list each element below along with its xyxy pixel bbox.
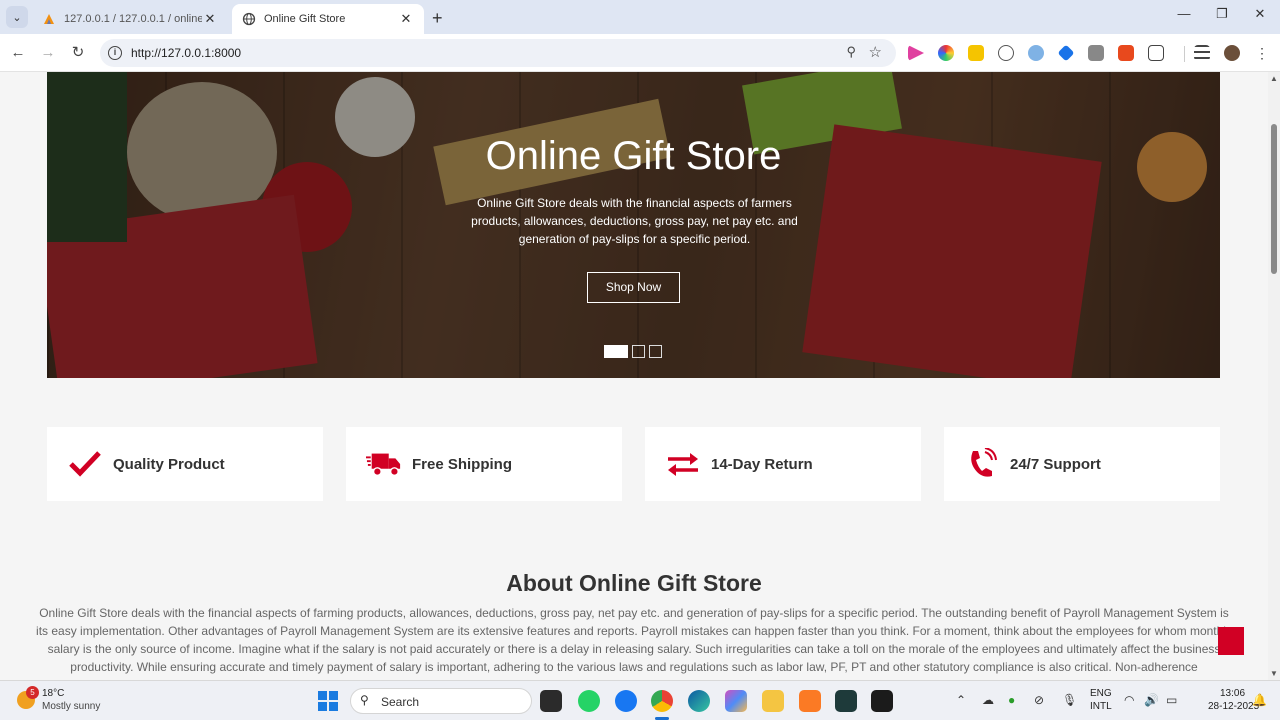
scrollbar-thumb[interactable] (1271, 124, 1277, 274)
task-view-icon[interactable] (540, 690, 562, 712)
menu-kebab-icon[interactable]: ⋮ (1254, 45, 1270, 61)
hero-title: Online Gift Store (485, 134, 782, 178)
carousel-dot-1[interactable] (604, 345, 628, 358)
language-indicator[interactable]: ENG (1090, 688, 1112, 699)
bookmark-star-icon[interactable]: ☆ (869, 43, 882, 61)
close-window-button[interactable]: ✕ (1250, 6, 1270, 22)
hero-carousel: Online Gift Store Online Gift Store deal… (47, 72, 1220, 378)
phpmyadmin-favicon-icon (44, 14, 54, 24)
exchange-icon (665, 446, 701, 482)
new-tab-button[interactable]: + (432, 8, 443, 29)
volume-icon[interactable]: 🔊 (1144, 693, 1159, 707)
feature-free-shipping: Free Shipping (346, 427, 622, 501)
onedrive-icon[interactable]: ☁ (982, 693, 994, 707)
zoom-icon[interactable]: ⚲ (846, 44, 856, 60)
site-info-icon[interactable]: i (108, 46, 122, 60)
carousel-dot-3[interactable] (649, 345, 662, 358)
minimize-button[interactable]: — (1174, 6, 1194, 21)
address-bar[interactable]: i http://127.0.0.1:8000 ⚲ ☆ (100, 39, 896, 67)
extension-color-icon[interactable] (938, 45, 954, 61)
features-row: Quality Product Free Shipping 14-Day Ret… (47, 427, 1220, 501)
browser-tab-bar: ⌄ 127.0.0.1 / 127.0.0.1 / online_gi ✕ On… (0, 0, 1280, 34)
address-url[interactable]: http://127.0.0.1:8000 (131, 46, 241, 60)
browser-toolbar: ← → ↻ i http://127.0.0.1:8000 ⚲ ☆ ⋮ (0, 34, 1280, 72)
extension-pen-icon[interactable] (1057, 44, 1075, 62)
meet-mute-icon[interactable]: ⊘ (1034, 693, 1044, 707)
feature-14-day-return: 14-Day Return (645, 427, 921, 501)
search-icon: ⚲ (360, 693, 369, 707)
feature-label: 14-Day Return (711, 455, 813, 473)
page-viewport: Online Gift Store Online Gift Store deal… (0, 72, 1268, 680)
toolbar-divider (1184, 46, 1185, 62)
feature-label: Free Shipping (412, 455, 513, 473)
extension-yellow-icon[interactable] (968, 45, 984, 61)
close-tab-icon[interactable]: ✕ (202, 11, 218, 27)
tab-title: 127.0.0.1 / 127.0.0.1 / online_gi (64, 13, 202, 25)
extension-camera-icon[interactable] (1088, 45, 1104, 61)
carousel-indicators (604, 345, 662, 358)
carousel-dot-2[interactable] (632, 345, 645, 358)
extension-blue-icon[interactable] (1028, 45, 1044, 61)
weather-badge: 5 (26, 686, 39, 699)
back-button[interactable]: ← (8, 43, 28, 63)
shop-now-button[interactable]: Shop Now (587, 272, 680, 303)
about-text: Online Gift Store deals with the financi… (36, 606, 1232, 674)
feature-quality-product: Quality Product (47, 427, 323, 501)
copilot-icon[interactable] (725, 690, 747, 712)
taskbar-search[interactable]: ⚲ Search (350, 688, 532, 714)
facebook-icon[interactable] (615, 690, 637, 712)
microphone-icon[interactable]: 🎙 (1062, 693, 1077, 707)
notification-bell-icon[interactable]: 🔔 (1252, 693, 1267, 707)
windows-taskbar: 5 18°C Mostly sunny ⚲ Search ⌃ ☁ ● ⊘ 🎙 E… (0, 680, 1280, 720)
forward-button[interactable]: → (38, 43, 58, 63)
about-title: About Online Gift Store (506, 570, 762, 596)
feature-24-7-support: 24/7 Support (944, 427, 1220, 501)
tray-overflow-chevron-icon[interactable]: ⌃ (956, 693, 966, 707)
whatsapp-icon[interactable] (578, 690, 600, 712)
tab-online-gift-store[interactable]: Online Gift Store ✕ (232, 4, 424, 34)
close-tab-icon[interactable]: ✕ (398, 11, 414, 27)
pycharm-icon[interactable] (835, 690, 857, 712)
page-scrollbar[interactable]: ▲ ▼ (1268, 72, 1280, 680)
keyboard-layout-indicator[interactable]: INTL (1090, 701, 1112, 712)
maximize-button[interactable]: ❐ (1212, 6, 1232, 22)
chrome-icon[interactable] (651, 690, 673, 712)
taskbar-search-label: Search (381, 695, 420, 709)
scroll-up-arrow-icon[interactable]: ▲ (1270, 74, 1278, 83)
tray-green-icon[interactable]: ● (1008, 693, 1015, 707)
check-icon (67, 446, 103, 482)
weather-temperature[interactable]: 18°C (42, 688, 64, 699)
file-explorer-icon[interactable] (762, 690, 784, 712)
xampp-icon[interactable] (799, 690, 821, 712)
edge-icon[interactable] (688, 690, 710, 712)
tab-search-button[interactable]: ⌄ (6, 6, 28, 28)
tab-title: Online Gift Store (264, 13, 346, 25)
reload-button[interactable]: ↻ (68, 43, 88, 63)
truck-icon (366, 446, 402, 482)
extension-circle-icon[interactable] (998, 45, 1014, 61)
phone-icon (964, 446, 1000, 482)
reading-list-icon[interactable] (1194, 45, 1210, 61)
extension-play-icon[interactable] (908, 45, 924, 61)
scroll-down-arrow-icon[interactable]: ▼ (1270, 669, 1278, 678)
weather-condition[interactable]: Mostly sunny (42, 701, 100, 712)
feature-label: 24/7 Support (1010, 455, 1101, 473)
profile-avatar[interactable] (1224, 45, 1240, 61)
feature-label: Quality Product (113, 455, 225, 473)
terminal-icon[interactable] (871, 690, 893, 712)
clock-time[interactable]: 13:06 (1220, 688, 1245, 699)
extensions-puzzle-icon[interactable] (1148, 45, 1164, 61)
windows-start-icon[interactable] (318, 691, 338, 711)
globe-icon (242, 12, 256, 26)
wifi-icon[interactable]: ◠ (1124, 693, 1134, 707)
back-to-top-button[interactable] (1218, 627, 1244, 655)
tab-phpmyadmin[interactable]: 127.0.0.1 / 127.0.0.1 / online_gi ✕ (32, 4, 228, 34)
battery-icon[interactable]: ▭ (1166, 693, 1177, 707)
extension-red-icon[interactable] (1118, 45, 1134, 61)
hero-description: Online Gift Store deals with the financi… (471, 196, 798, 246)
